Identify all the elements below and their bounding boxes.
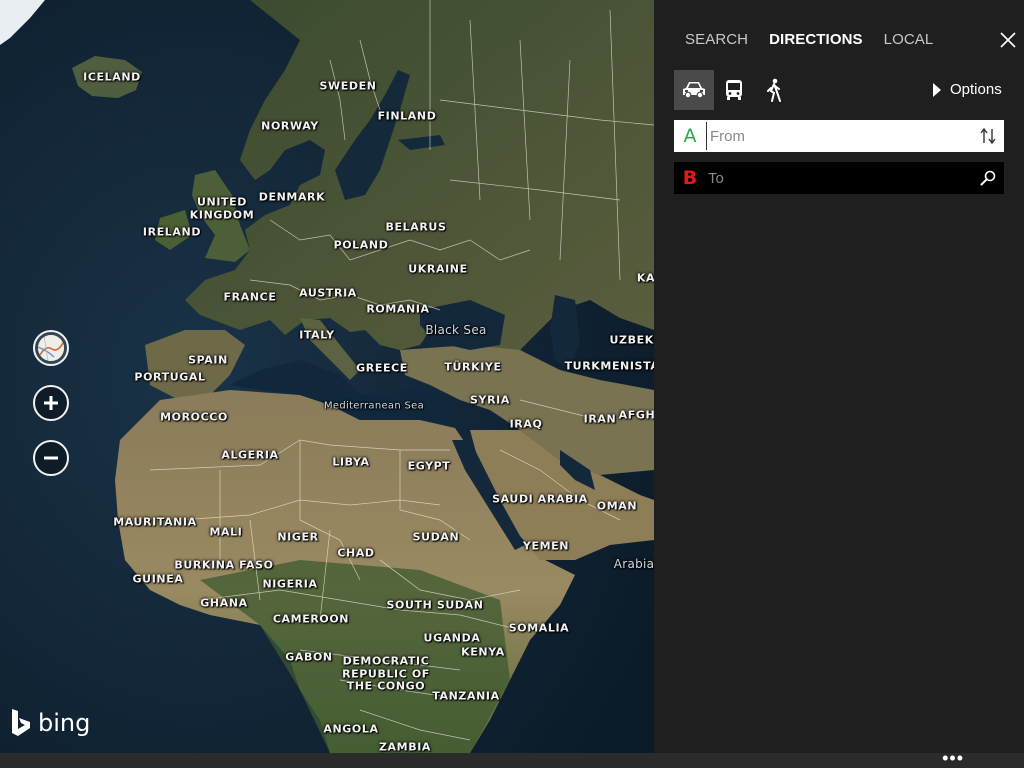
mode-transit-button[interactable]: [714, 70, 754, 110]
map-label-kenya: KENYA: [461, 645, 505, 659]
map-label-united-kingdom-2: KINGDOM: [189, 208, 255, 222]
tab-local[interactable]: LOCAL: [884, 31, 934, 48]
car-icon: [683, 82, 705, 99]
to-marker-letter: B: [682, 167, 698, 189]
zoom-in-button[interactable]: [33, 385, 69, 421]
map-label-italy: ITALY: [299, 328, 335, 342]
map-label-egypt: EGYPT: [407, 459, 451, 473]
map-label-somalia: SOMALIA: [508, 621, 570, 635]
expand-triangle-icon: [933, 82, 941, 97]
map-label-turkmenistan: TURKMENISTA: [564, 359, 654, 373]
map-label-greece: GREECE: [356, 361, 408, 375]
options-label: Options: [950, 81, 1002, 98]
directions-panel: SEARCH DIRECTIONS LOCAL Options A From B…: [654, 0, 1024, 753]
map-label-ukraine: UKRAINE: [408, 262, 468, 276]
map-label-norway: NORWAY: [261, 119, 319, 133]
close-icon: [1000, 32, 1016, 48]
map-label-yemen: YEMEN: [522, 539, 570, 553]
search-icon: [980, 170, 996, 186]
bus-icon: [726, 80, 742, 100]
map-label-niger: NIGER: [277, 530, 319, 544]
from-marker-letter: A: [683, 125, 697, 147]
map-label-poland: POLAND: [333, 238, 389, 252]
minus-icon: [44, 456, 58, 460]
bing-b-icon: [12, 709, 30, 736]
map-label-sudan: SUDAN: [412, 530, 460, 544]
map-style-button[interactable]: [33, 330, 69, 366]
swap-icon: [980, 128, 996, 144]
map-label-libya: LIBYA: [332, 455, 370, 469]
map-label-arabian-sea: Arabia: [613, 557, 654, 571]
map-label-drc-3: THE CONGO: [346, 679, 426, 693]
map-label-mali: MALI: [209, 525, 243, 539]
map-label-austria: AUSTRIA: [299, 286, 357, 300]
walk-icon: [767, 78, 781, 102]
bing-logo-text: bing: [38, 709, 91, 737]
zoom-out-button[interactable]: [33, 440, 69, 476]
map-label-portugal: PORTUGAL: [134, 370, 206, 384]
map-label-morocco: MOROCCO: [160, 410, 228, 424]
map-terrain: [0, 0, 654, 753]
map-label-kazakhstan: KA: [636, 271, 654, 285]
to-field: B: [674, 162, 1004, 194]
map-label-syria: SYRIA: [470, 393, 510, 407]
map-label-uganda: UGANDA: [423, 631, 481, 645]
map-label-zambia: ZAMBIA: [378, 740, 432, 754]
map-label-spain: SPAIN: [188, 353, 228, 367]
map-label-gabon: GABON: [285, 650, 333, 664]
map-label-uzbekistan: UZBEKI: [609, 333, 654, 347]
map-label-romania: ROMANIA: [366, 302, 430, 316]
map-label-iceland: ICELAND: [83, 70, 141, 84]
map-label-mauritania: MAURITANIA: [113, 515, 197, 529]
swap-button[interactable]: [972, 128, 1004, 144]
tab-directions[interactable]: DIRECTIONS: [769, 31, 863, 48]
map-label-belarus: BELARUS: [385, 220, 447, 234]
from-input[interactable]: [706, 122, 972, 150]
map-style-icon: [38, 335, 64, 361]
tab-search[interactable]: SEARCH: [685, 31, 748, 48]
map-label-guinea: GUINEA: [132, 572, 184, 586]
options-toggle[interactable]: Options: [933, 81, 1002, 98]
map-label-iran: IRAN: [583, 412, 617, 426]
panel-tabs: SEARCH DIRECTIONS LOCAL: [685, 31, 933, 48]
map-label-sweden: SWEDEN: [319, 79, 377, 93]
map-label-saudi-arabia: SAUDI ARABIA: [492, 492, 588, 506]
map-label-oman: OMAN: [596, 499, 638, 513]
map-label-mediterranean: Mediterranean Sea: [323, 400, 425, 412]
map-label-finland: FINLAND: [377, 109, 437, 123]
map-view[interactable]: ICELAND SWEDEN NORWAY FINLAND UNITED KIN…: [0, 0, 654, 753]
plus-icon: [44, 396, 58, 410]
from-field: A: [674, 120, 1004, 152]
to-input[interactable]: [706, 164, 972, 192]
map-label-angola: ANGOLA: [323, 722, 379, 736]
map-label-chad: CHAD: [337, 546, 375, 560]
mode-walk-button[interactable]: [754, 70, 794, 110]
more-icon[interactable]: •••: [942, 749, 964, 768]
close-button[interactable]: [999, 31, 1017, 49]
map-label-cameroon: CAMEROON: [272, 612, 350, 626]
map-label-nigeria: NIGERIA: [262, 577, 318, 591]
map-label-south-sudan: SOUTH SUDAN: [386, 598, 484, 612]
map-label-black-sea: Black Sea: [425, 323, 487, 337]
map-label-ghana: GHANA: [200, 596, 248, 610]
map-label-drc-1: DEMOCRATIC: [342, 654, 430, 668]
travel-mode-selector: [674, 70, 794, 110]
map-label-burkina-faso: BURKINA FASO: [174, 558, 274, 572]
map-label-denmark: DENMARK: [258, 190, 326, 204]
map-label-ireland: IRELAND: [142, 225, 202, 239]
map-label-iraq: IRAQ: [509, 417, 543, 431]
map-label-tanzania: TANZANIA: [432, 689, 500, 703]
map-label-algeria: ALGERIA: [221, 448, 279, 462]
map-label-france: FRANCE: [223, 290, 277, 304]
bing-logo: bing: [10, 708, 90, 738]
search-button[interactable]: [972, 170, 1004, 186]
map-label-united-kingdom-1: UNITED: [197, 195, 247, 209]
app-bar: •••: [0, 749, 1024, 768]
map-label-afghanistan: AFGH: [618, 408, 654, 422]
mode-drive-button[interactable]: [674, 70, 714, 110]
map-label-turkiye: TÜRKIYE: [444, 360, 502, 374]
